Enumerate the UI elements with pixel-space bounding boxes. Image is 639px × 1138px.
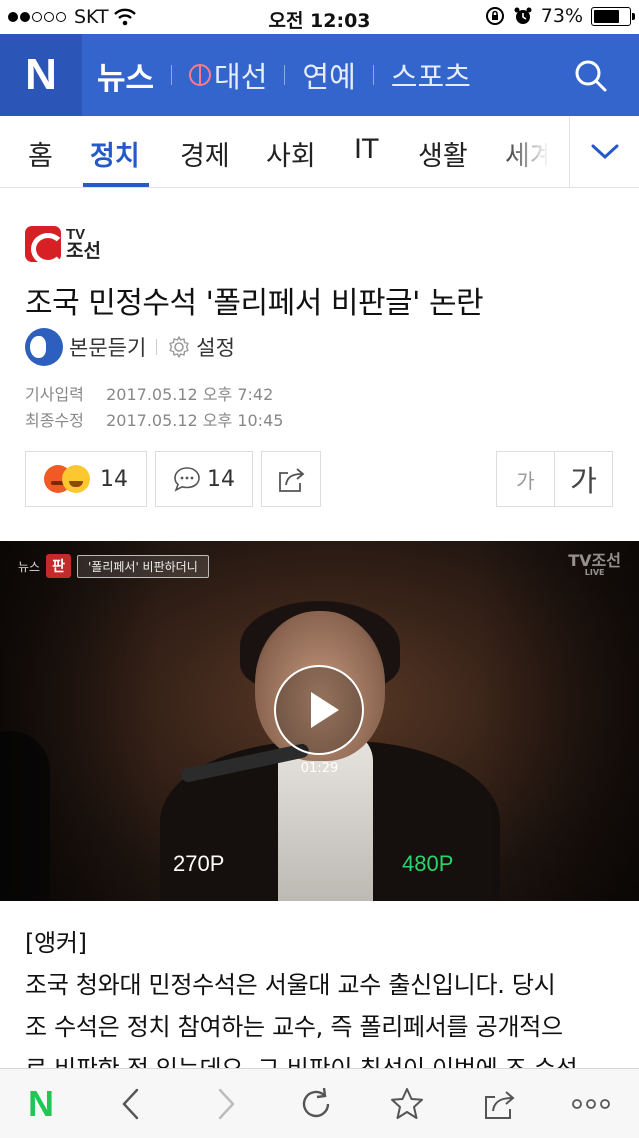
published-value: 2017.05.12 오후 7:42 bbox=[106, 385, 274, 404]
reaction-button[interactable]: 14 bbox=[25, 451, 147, 507]
naver-logo[interactable]: N bbox=[0, 34, 82, 116]
source-name-line2: 조선 bbox=[66, 240, 101, 262]
scroll-fade bbox=[500, 116, 570, 186]
back-icon[interactable] bbox=[110, 1083, 152, 1125]
header-nav: 뉴스 대선 연예 스포츠 bbox=[97, 34, 471, 116]
program-name: 뉴스 bbox=[18, 559, 41, 574]
reload-icon[interactable] bbox=[295, 1083, 337, 1125]
comment-icon bbox=[174, 467, 200, 492]
search-icon[interactable] bbox=[571, 56, 611, 96]
battery-percent: 73% bbox=[540, 5, 583, 27]
tab-news[interactable]: 뉴스 bbox=[97, 53, 154, 98]
comment-button[interactable]: 14 bbox=[155, 451, 253, 507]
naver-home-label: N bbox=[28, 1083, 54, 1124]
category-economy[interactable]: 경제 bbox=[180, 134, 230, 173]
laugh-emoji-icon bbox=[62, 465, 90, 493]
share-icon bbox=[279, 468, 305, 492]
tab-election-label: 대선 bbox=[214, 60, 268, 94]
body-line: 조국 청와대 민정수석은 서울대 교수 출신입니다. 당시 bbox=[25, 971, 556, 999]
category-more-button[interactable] bbox=[569, 116, 639, 187]
video-program-tag: 뉴스 판 '폴리페서' 비판하더니 bbox=[18, 554, 209, 578]
divider bbox=[372, 65, 374, 85]
category-life[interactable]: 생활 bbox=[418, 134, 468, 173]
forward-icon[interactable] bbox=[205, 1083, 247, 1125]
channel-watermark: TV조선 LIVE bbox=[568, 553, 621, 577]
category-home[interactable]: 홈 bbox=[28, 134, 53, 173]
bookmark-icon[interactable] bbox=[386, 1083, 428, 1125]
category-politics[interactable]: 정치 bbox=[90, 134, 140, 173]
bottom-toolbar: N bbox=[0, 1068, 639, 1138]
alarm-icon bbox=[514, 7, 532, 24]
chevron-down-icon bbox=[591, 144, 618, 159]
published-date: 기사입력 2017.05.12 오후 7:42 bbox=[25, 381, 273, 405]
naver-home-icon[interactable]: N bbox=[20, 1083, 62, 1125]
article-tools: 본문듣기 설정 bbox=[25, 328, 235, 366]
battery-icon bbox=[591, 6, 635, 26]
active-category-indicator bbox=[83, 183, 149, 187]
program-badge: 판 bbox=[46, 554, 71, 578]
modified-value: 2017.05.12 오후 10:45 bbox=[106, 411, 284, 430]
status-icons: 73% bbox=[485, 5, 635, 27]
category-society[interactable]: 사회 bbox=[266, 134, 316, 173]
tab-sports[interactable]: 스포츠 bbox=[391, 54, 471, 96]
font-size-control: 가 가 bbox=[496, 451, 613, 507]
article-title: 조국 민정수석 '폴리페서 비판글' 논란 bbox=[25, 286, 484, 321]
more-icon[interactable] bbox=[570, 1083, 612, 1125]
category-bar: 홈 정치 경제 사회 IT 생활 세계 bbox=[0, 116, 639, 188]
reaction-count: 14 bbox=[100, 466, 128, 492]
app-header: N 뉴스 대선 연예 스포츠 bbox=[0, 34, 639, 116]
article-body: [앵커] 조국 청와대 민정수석은 서울대 교수 출신입니다. 당시 조 수석은… bbox=[25, 922, 625, 1090]
quality-480p-button[interactable]: 480P bbox=[402, 851, 453, 877]
share-icon[interactable] bbox=[478, 1083, 520, 1125]
rotation-lock-icon bbox=[485, 7, 504, 25]
category-it[interactable]: IT bbox=[354, 134, 378, 165]
status-bar: SKT 오전 12:03 73% bbox=[0, 0, 639, 34]
divider bbox=[284, 65, 286, 85]
video-duration: 01:29 bbox=[300, 761, 339, 776]
anchor-label: [앵커] bbox=[25, 929, 87, 957]
peace-icon bbox=[189, 64, 212, 86]
body-line: 조 수석은 정치 참여하는 교수, 즉 폴리페서를 공개적으 bbox=[25, 1013, 563, 1041]
comment-count: 14 bbox=[207, 466, 235, 492]
divider bbox=[171, 65, 173, 85]
share-button[interactable] bbox=[261, 451, 321, 507]
tv-chosun-icon bbox=[25, 226, 61, 262]
font-decrease-button[interactable]: 가 bbox=[497, 452, 555, 506]
modified-date: 최종수정 2017.05.12 오후 10:45 bbox=[25, 407, 283, 431]
gear-icon[interactable] bbox=[167, 335, 191, 359]
divider bbox=[156, 339, 158, 355]
published-label: 기사입력 bbox=[25, 385, 84, 404]
listen-icon[interactable] bbox=[25, 328, 63, 366]
channel-watermark-sub: LIVE bbox=[584, 568, 605, 577]
video-caption: '폴리페서' 비판하더니 bbox=[76, 554, 209, 578]
video-player[interactable]: 뉴스 판 '폴리페서' 비판하더니 TV조선 LIVE 01:29 270P 4… bbox=[0, 541, 639, 901]
listen-button[interactable]: 본문듣기 bbox=[69, 332, 146, 362]
source-logo[interactable]: TV 조선 bbox=[25, 226, 101, 262]
settings-button[interactable]: 설정 bbox=[196, 332, 235, 362]
play-button[interactable] bbox=[274, 665, 364, 755]
tab-election[interactable]: 대선 bbox=[189, 54, 267, 96]
font-increase-button[interactable]: 가 bbox=[555, 452, 612, 506]
tab-entertainment[interactable]: 연예 bbox=[302, 54, 355, 96]
quality-270p-button[interactable]: 270P bbox=[173, 851, 224, 877]
modified-label: 최종수정 bbox=[25, 411, 84, 430]
